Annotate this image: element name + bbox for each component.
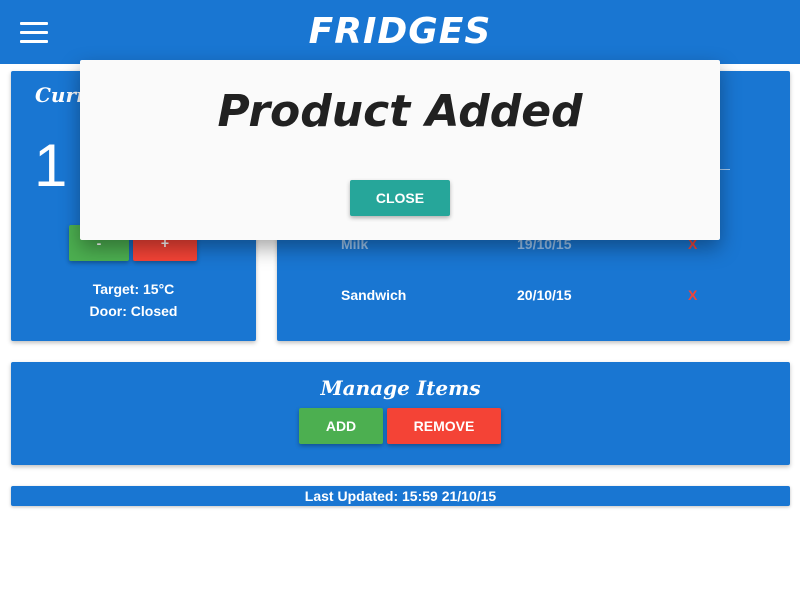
dialog-title: Product Added <box>217 86 583 137</box>
target-temperature: Target: 15°C <box>92 281 175 297</box>
add-item-button[interactable]: ADD <box>299 408 383 444</box>
current-temperature-value: 1 <box>34 132 68 199</box>
item-name: Sandwich <box>341 287 407 303</box>
item-date: 20/10/15 <box>517 287 572 303</box>
app-title: FRIDGES <box>308 11 492 52</box>
manage-items-title: Manage Items <box>320 376 481 400</box>
close-dialog-button[interactable]: CLOSE <box>350 180 450 216</box>
product-added-dialog: Product Added CLOSE <box>80 60 720 240</box>
door-status: Door: Closed <box>89 303 178 319</box>
remove-item-icon[interactable]: X <box>688 287 697 303</box>
list-item: Sandwich 20/10/15 X <box>277 287 790 307</box>
last-updated-status: Last Updated: 15:59 21/10/15 <box>11 486 790 506</box>
app-bar: FRIDGES <box>0 0 800 64</box>
remove-item-button[interactable]: REMOVE <box>387 408 501 444</box>
